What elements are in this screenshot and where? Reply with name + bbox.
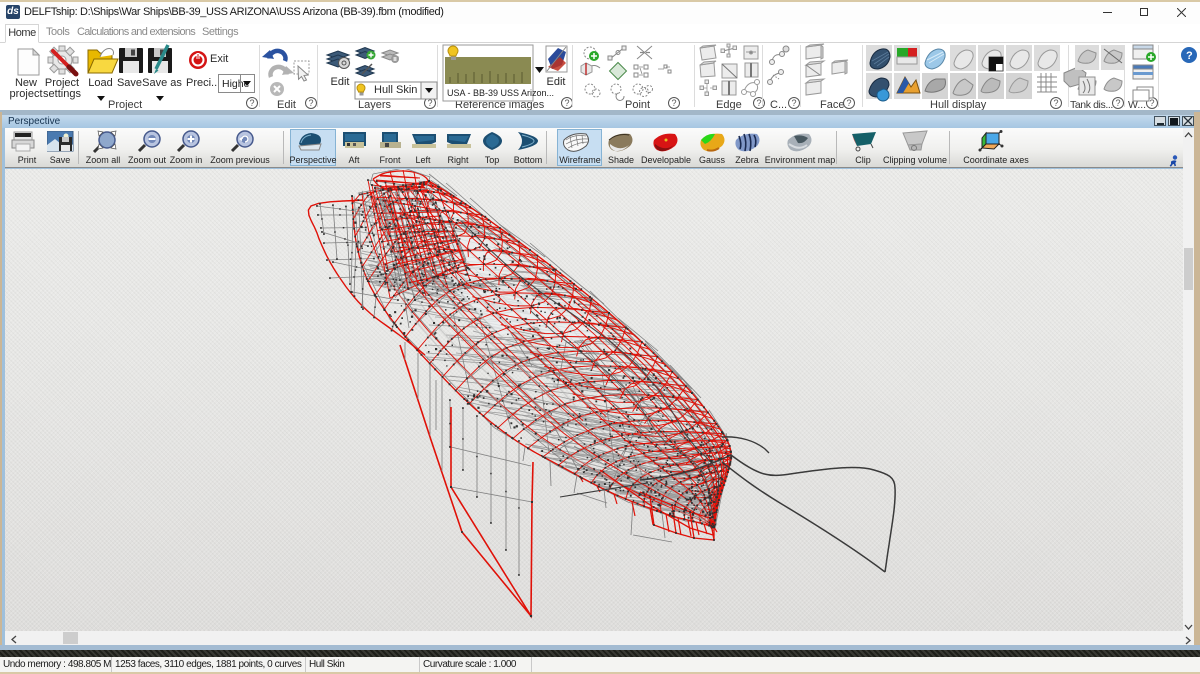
svg-text:?: ? xyxy=(1186,50,1193,62)
svg-text:USA - BB-39 USS Arizon...: USA - BB-39 USS Arizon... xyxy=(447,88,554,98)
